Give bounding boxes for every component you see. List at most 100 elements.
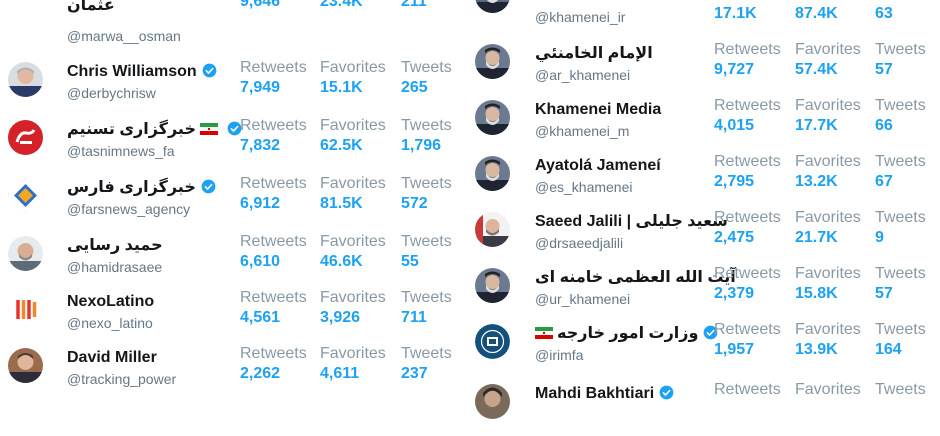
tweets-stat: Tweets 1,796 bbox=[401, 116, 452, 156]
profile-photo-icon[interactable] bbox=[8, 62, 43, 97]
account-handle[interactable]: @tasnimnews_fa bbox=[67, 142, 175, 160]
account-handle[interactable]: @irimfa bbox=[535, 346, 583, 364]
account-handle[interactable]: @marwa__osman bbox=[67, 27, 181, 45]
account-handle[interactable]: @khamenei_ir bbox=[535, 8, 625, 26]
favorites-value: 3,926 bbox=[320, 309, 361, 326]
account-row[interactable]: حمید رسایی @hamidrasaee Retweets 6,610 Fa… bbox=[0, 232, 460, 288]
account-row[interactable]: عثمان @marwa__osman 9,646 23.4K 211 bbox=[0, 0, 460, 44]
tweets-label: Tweets bbox=[875, 41, 926, 58]
favorites-label: Favorites bbox=[795, 265, 861, 282]
tweets-stat: Tweets 237 bbox=[401, 344, 452, 384]
account-handle[interactable]: @khamenei_m bbox=[535, 122, 629, 140]
account-name[interactable]: Ayatolá Jameneí bbox=[535, 156, 661, 176]
profile-photo-icon[interactable] bbox=[475, 0, 510, 13]
account-name[interactable]: خبرگزاری تسنیم bbox=[67, 120, 242, 140]
iran-flag-icon bbox=[535, 327, 553, 339]
tweets-stat: Tweets bbox=[875, 380, 926, 400]
account-name[interactable]: Khamenei Media bbox=[535, 100, 661, 120]
retweets-value: 7,832 bbox=[240, 137, 281, 154]
tasnim-logo-icon[interactable] bbox=[8, 120, 43, 155]
profile-photo-icon[interactable] bbox=[8, 348, 43, 383]
account-name[interactable]: Saeed Jalili | سعید جلیلی bbox=[535, 212, 728, 232]
tweets-stat: Tweets 164 bbox=[875, 320, 926, 360]
retweets-label: Retweets bbox=[714, 321, 781, 338]
nexo-logo-icon[interactable] bbox=[8, 292, 43, 327]
account-name[interactable]: Mahdi Bakhtiari bbox=[535, 384, 674, 404]
retweets-stat: Retweets 4,561 bbox=[240, 288, 307, 328]
account-handle[interactable]: @hamidrasaee bbox=[67, 258, 162, 276]
account-name[interactable]: David Miller bbox=[67, 348, 157, 368]
tweets-label: Tweets bbox=[401, 117, 452, 134]
account-handle[interactable]: @tracking_power bbox=[67, 370, 176, 388]
account-row[interactable]: NexoLatino @nexo_latino Retweets 4,561 Fa… bbox=[0, 288, 460, 344]
tweets-label: Tweets bbox=[875, 321, 926, 338]
retweets-label: Retweets bbox=[240, 175, 307, 192]
account-name[interactable]: عثمان bbox=[67, 0, 115, 16]
retweets-label: Retweets bbox=[240, 59, 307, 76]
retweets-value: 7,949 bbox=[240, 79, 281, 96]
tweets-value: 57 bbox=[875, 285, 893, 302]
account-name[interactable]: آیت الله العظمی خامنه ای bbox=[535, 268, 736, 288]
account-row[interactable]: Khamenei Media @khamenei_m Retweets 4,015… bbox=[470, 96, 940, 152]
retweets-value: 2,262 bbox=[240, 365, 281, 382]
favorites-value: 62.5K bbox=[320, 137, 363, 154]
profile-photo-icon[interactable] bbox=[475, 384, 510, 419]
account-row[interactable]: وزارت امور خارجه @irimfa Retweets 1,957 F… bbox=[470, 320, 940, 376]
profile-photo-icon[interactable] bbox=[475, 44, 510, 79]
tweets-value: 9 bbox=[875, 229, 884, 246]
account-row[interactable]: @khamenei_ir 17.1K 87.4K 63 bbox=[470, 0, 940, 34]
favorites-stat: Favorites 17.7K bbox=[795, 96, 861, 136]
account-handle[interactable]: @derbychrisw bbox=[67, 84, 156, 102]
tweets-label: Tweets bbox=[875, 153, 926, 170]
account-row[interactable]: Chris Williamson @derbychrisw Retweets 7,… bbox=[0, 58, 460, 114]
profile-photo-icon[interactable] bbox=[8, 236, 43, 271]
account-name[interactable]: Chris Williamson bbox=[67, 62, 217, 82]
tweets-stat: Tweets 66 bbox=[875, 96, 926, 136]
account-handle[interactable]: @farsnews_agency bbox=[67, 200, 190, 218]
account-row[interactable]: Mahdi Bakhtiari Retweets Favorites Tweet… bbox=[470, 380, 940, 436]
tweets-value: 67 bbox=[875, 173, 893, 190]
account-handle[interactable]: @es_khamenei bbox=[535, 178, 633, 196]
retweets-value: 9,646 bbox=[240, 0, 281, 10]
tweets-label: Tweets bbox=[875, 265, 926, 282]
favorites-stat: Favorites 13.2K bbox=[795, 152, 861, 192]
tweets-value: 1,796 bbox=[401, 137, 442, 154]
account-row[interactable]: خبرگزاری تسنیم @tasnimnews_fa Retweets 7,… bbox=[0, 116, 460, 172]
tweets-stat: Tweets 55 bbox=[401, 232, 452, 272]
favorites-value: 21.7K bbox=[795, 229, 838, 246]
account-row[interactable]: Ayatolá Jameneí @es_khamenei Retweets 2,7… bbox=[470, 152, 940, 208]
account-row[interactable]: آیت الله العظمی خامنه ای @ur_khamenei Re… bbox=[470, 264, 940, 320]
favorites-value: 17.7K bbox=[795, 117, 838, 134]
account-row[interactable]: خبرگزاری فارس @farsnews_agency Retweets 6… bbox=[0, 174, 460, 230]
retweets-value: 6,610 bbox=[240, 253, 281, 270]
retweets-label: Retweets bbox=[714, 265, 781, 282]
account-handle[interactable]: @ur_khamenei bbox=[535, 290, 630, 308]
account-handle[interactable]: @ar_khamenei bbox=[535, 66, 630, 84]
profile-photo-icon[interactable] bbox=[475, 268, 510, 303]
profile-photo-icon[interactable] bbox=[475, 100, 510, 135]
account-name[interactable]: حمید رسایی bbox=[67, 236, 163, 256]
account-name[interactable]: NexoLatino bbox=[67, 292, 154, 312]
fars-logo-icon[interactable] bbox=[8, 178, 43, 213]
favorites-label: Favorites bbox=[795, 381, 861, 398]
account-row[interactable]: الإمام الخامنئي @ar_khamenei Retweets 9,7… bbox=[470, 40, 940, 96]
account-handle[interactable]: @nexo_latino bbox=[67, 314, 153, 332]
profile-photo-icon[interactable] bbox=[475, 156, 510, 191]
account-name[interactable]: وزارت امور خارجه bbox=[535, 324, 718, 344]
account-row[interactable]: Saeed Jalili | سعید جلیلی @drsaeedjalili… bbox=[470, 208, 940, 264]
tweets-value: 211 bbox=[401, 0, 427, 10]
retweets-label: Retweets bbox=[714, 41, 781, 58]
retweets-stat: Retweets 4,015 bbox=[714, 96, 781, 136]
account-name[interactable]: الإمام الخامنئي bbox=[535, 44, 653, 64]
tweets-label: Tweets bbox=[401, 289, 452, 306]
tweets-value: 66 bbox=[875, 117, 893, 134]
favorites-label: Favorites bbox=[795, 153, 861, 170]
retweets-label: Retweets bbox=[714, 97, 781, 114]
profile-photo-icon[interactable] bbox=[475, 212, 510, 247]
ministry-seal-icon[interactable] bbox=[475, 324, 510, 359]
account-row[interactable]: David Miller @tracking_power Retweets 2,2… bbox=[0, 344, 460, 400]
account-handle[interactable]: @drsaeedjalili bbox=[535, 234, 623, 252]
tweets-value: 55 bbox=[401, 253, 419, 270]
favorites-value: 46.6K bbox=[320, 253, 363, 270]
account-name[interactable]: خبرگزاری فارس bbox=[67, 178, 216, 198]
